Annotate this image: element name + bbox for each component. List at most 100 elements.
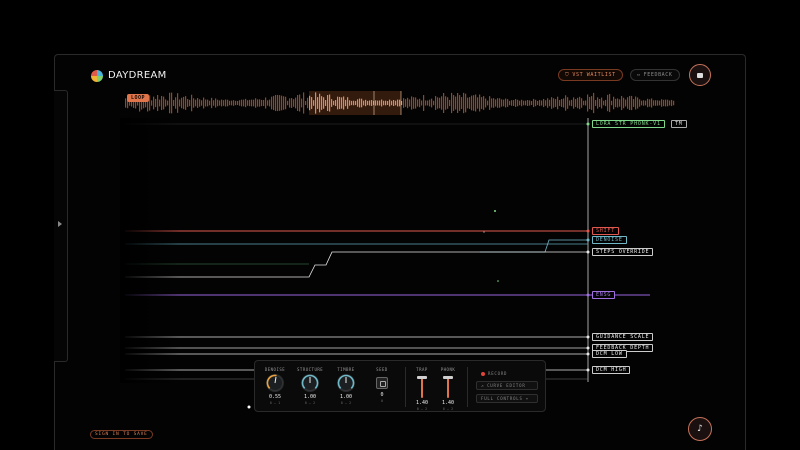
waveform-bar xyxy=(249,99,251,107)
phonk-fader[interactable] xyxy=(443,376,453,398)
param-guidance-text: GUIDANCE SCALE xyxy=(596,334,650,340)
waveform-bar xyxy=(233,100,235,106)
param-label-dcm-high[interactable]: DCM HIGH xyxy=(592,366,631,374)
waveform-bar xyxy=(251,99,253,107)
screen-toggle-button[interactable] xyxy=(689,64,711,86)
waveform-bar xyxy=(385,100,387,106)
curve-editor-button[interactable]: ⩘ CURVE EDITOR xyxy=(476,381,538,390)
waveform-bar xyxy=(483,96,485,110)
trap-fader-handle[interactable] xyxy=(417,376,427,379)
waveform-bar xyxy=(647,98,649,108)
waveform-timeline[interactable] xyxy=(125,90,675,116)
feedback-node[interactable] xyxy=(586,346,590,350)
waveform-bar xyxy=(191,94,193,112)
waveform-bar xyxy=(257,99,259,107)
timbre-knob[interactable] xyxy=(337,374,355,392)
waveform-bar xyxy=(329,94,331,112)
phonk-fader-handle[interactable] xyxy=(443,376,453,379)
side-panel[interactable] xyxy=(54,90,68,362)
control-panel: DENOISE 0.55 0 — 1 STRUCTURE 1.00 0 — 2 … xyxy=(254,360,546,412)
loop-badge[interactable]: LOOP xyxy=(127,94,150,102)
denoise-knob[interactable] xyxy=(266,374,284,392)
waveform-bar xyxy=(597,97,599,109)
dcm-high-node[interactable] xyxy=(586,368,590,372)
structure-knob[interactable] xyxy=(301,374,319,392)
guidance-node[interactable] xyxy=(586,335,590,339)
timbre-range: 0 — 2 xyxy=(340,401,352,405)
waveform-bar xyxy=(281,95,283,111)
vst-waitlist-button[interactable]: ⛉ VST WAITLIST xyxy=(558,69,623,81)
waveform-bar xyxy=(617,98,619,108)
expand-arrow-icon[interactable] xyxy=(58,221,62,227)
waveform-bar xyxy=(337,96,339,110)
waveform-bar xyxy=(395,100,397,106)
param-label-denoise[interactable]: DENOISE xyxy=(592,236,627,244)
waveform-bar xyxy=(497,98,499,108)
waveform-bar xyxy=(383,100,385,106)
waveform-bar xyxy=(299,94,301,112)
param-lora-text: LORA STR PHONK-V1 xyxy=(596,121,661,127)
sign-in-button[interactable]: SIGN IN TO SAVE xyxy=(90,430,153,439)
waveform-bar xyxy=(459,95,461,111)
param-label-guidance-scale[interactable]: GUIDANCE SCALE xyxy=(592,333,654,341)
waveform-bar xyxy=(347,97,349,109)
shift-node[interactable] xyxy=(586,229,590,233)
music-button[interactable]: ♪ xyxy=(688,417,712,441)
param-label-dcm-low[interactable]: DCM LOW xyxy=(592,350,627,358)
waveform-bar xyxy=(221,99,223,107)
param-label-ensg[interactable]: ENSG xyxy=(592,291,616,299)
waveform-bar xyxy=(567,97,569,109)
dcm-low-node[interactable] xyxy=(586,352,590,356)
steps-node[interactable] xyxy=(586,250,590,254)
chat-icon: ▭ xyxy=(637,72,641,78)
waveform-bar xyxy=(603,100,605,106)
waveform-bar xyxy=(285,96,287,110)
param-label-lora-suffix[interactable]: TM xyxy=(671,120,687,128)
seed-dice-icon[interactable] xyxy=(376,377,388,389)
param-label-steps-override[interactable]: STEPS OVERRIDE xyxy=(592,248,654,256)
waveform-bar xyxy=(239,100,241,106)
waveform-bar xyxy=(163,96,165,110)
waveform-bar xyxy=(313,100,315,106)
waveform-bar xyxy=(509,100,511,106)
trap-range: 0 — 2 xyxy=(416,407,428,411)
feedback-label: FEEDBACK xyxy=(643,72,673,78)
waveform-bar xyxy=(283,96,285,110)
waveform-bar xyxy=(375,100,377,106)
waveform-bar xyxy=(201,100,203,106)
ensg-node[interactable] xyxy=(586,293,590,297)
timbre-control: TIMBRE 1.00 0 — 2 xyxy=(333,367,359,405)
waveform-bar xyxy=(261,99,263,107)
waveform-bar xyxy=(169,92,171,114)
denoise-range: 0 — 1 xyxy=(269,401,281,405)
marker-dot xyxy=(483,231,485,233)
waveform-bar xyxy=(207,99,209,107)
waveform-bar xyxy=(653,100,655,106)
waveform-bar xyxy=(303,92,305,114)
full-controls-button[interactable]: FULL CONTROLS ▾ xyxy=(476,394,538,403)
seed-title: SEED xyxy=(376,367,388,372)
waveform-bar xyxy=(197,98,199,108)
record-button[interactable]: RECORD xyxy=(476,369,538,378)
waveform-bar xyxy=(419,98,421,108)
param-ensg-text: ENSG xyxy=(596,292,612,298)
waveform-bar xyxy=(495,99,497,107)
trap-fader[interactable] xyxy=(417,376,427,398)
feedback-button[interactable]: ▭ FEEDBACK xyxy=(630,69,680,81)
waveform-bar xyxy=(381,99,383,107)
waveform-bar xyxy=(167,100,169,106)
param-label-lora[interactable]: LORA STR PHONK-V1 xyxy=(592,120,665,128)
waveform-bar xyxy=(481,97,483,109)
waveform-bar xyxy=(219,100,221,106)
denoise-node[interactable] xyxy=(586,238,590,242)
waveform-bar xyxy=(565,95,567,111)
waveform-bar xyxy=(181,97,183,109)
lora-node[interactable] xyxy=(586,122,590,126)
waveform-bar xyxy=(623,97,625,109)
param-label-shift[interactable]: SHIFT xyxy=(592,227,620,235)
waveform-bar xyxy=(289,98,291,108)
waveform-bar xyxy=(179,99,181,107)
waveform-bar xyxy=(265,97,267,109)
waveform-bar xyxy=(445,96,447,110)
waveform-bar xyxy=(387,100,389,106)
